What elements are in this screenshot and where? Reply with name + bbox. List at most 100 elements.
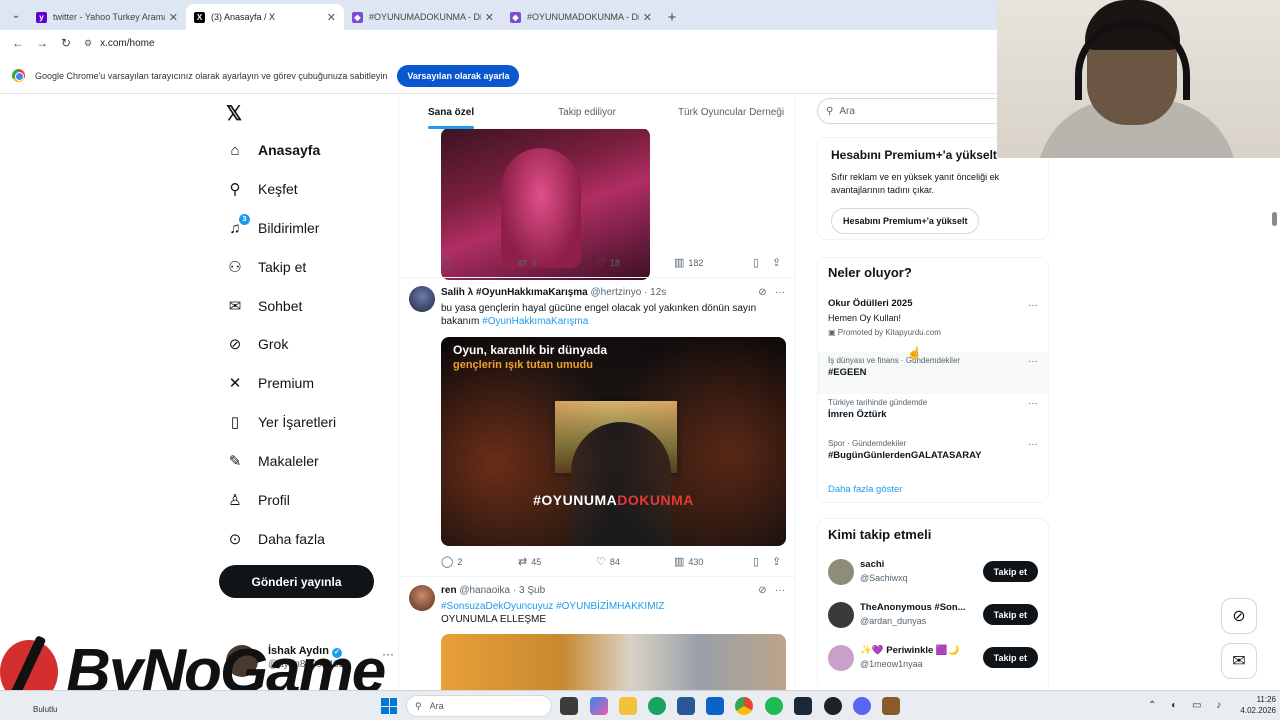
author-handle[interactable]: @hanaoika	[459, 585, 510, 596]
more-options-icon[interactable]: ···	[1028, 398, 1038, 409]
discord-icon[interactable]	[853, 697, 871, 715]
taskview-icon[interactable]	[560, 697, 578, 715]
avatar[interactable]	[409, 286, 435, 312]
clock[interactable]: 11:26 4.02.2026	[1232, 694, 1276, 716]
tab-search-button[interactable]: ⌄	[4, 2, 28, 28]
close-tab-icon[interactable]: ✕	[327, 11, 336, 24]
like-button[interactable]: ♡ 84	[596, 555, 620, 568]
show-more-link[interactable]: Daha fazla göster	[828, 484, 902, 495]
bookmark-button[interactable]: ▯	[753, 555, 763, 568]
bookmark-button[interactable]: ▯	[753, 256, 763, 269]
views-button[interactable]: ▥ 430	[674, 555, 703, 568]
trend-item[interactable]: Spor · Gündemdekiler #BugünGünlerdenGALA…	[818, 439, 1048, 481]
set-default-button[interactable]: Varsayılan olarak ayarla	[397, 64, 520, 87]
avatar[interactable]	[409, 585, 435, 611]
nav-item-chat[interactable]: ✉ Sohbet	[226, 291, 303, 321]
close-tab-icon[interactable]: ✕	[485, 11, 494, 24]
like-button[interactable]: ♡ 18	[596, 256, 620, 269]
tab-following[interactable]: Takip ediliyor	[558, 95, 616, 129]
promoted-trend[interactable]: Okur Ödülleri 2025 Hemen Oy Kullan! ▣ Pr…	[818, 298, 1048, 342]
x-logo-icon[interactable]: 𝕏	[226, 101, 242, 126]
nav-item-home[interactable]: ⌂ Anasayfa	[226, 135, 320, 165]
site-info-icon[interactable]: ⚙	[84, 38, 92, 49]
search-input[interactable]: ⚲ Ara	[817, 98, 997, 124]
post-hashtags[interactable]: #SonsuzaDekOyuncuyuz #OYUNBİZİMHAKKIMIZ	[441, 600, 781, 613]
trend-item[interactable]: Türkiye tarihinde gündemde İmren Öztürk …	[818, 398, 1048, 440]
premium-upgrade-button[interactable]: Hesabını Premium+'a yükselt	[831, 208, 980, 234]
browser-tab-oyunumadokunma-1[interactable]: ◆ #OYUNUMADOKUNMA - Dijital ✕	[344, 4, 502, 30]
follow-suggestion[interactable]: ✨💜 Periwinkle 🟪🌙 @1meow1nyaa Takip et	[818, 645, 1048, 685]
suggestion-name: TheAnonymous #Son...	[860, 602, 966, 613]
author-name[interactable]: Salih λ #OyunHakkımaKarışma	[441, 287, 588, 298]
windows-start-icon[interactable]	[381, 698, 397, 714]
weather-label[interactable]: Bulutlu	[33, 705, 57, 714]
app-icon[interactable]	[882, 697, 900, 715]
spotify-icon[interactable]	[765, 697, 783, 715]
close-tab-icon[interactable]: ✕	[169, 11, 178, 24]
reply-count: 2	[457, 556, 463, 567]
follow-suggestion[interactable]: TheAnonymous #Son... @ardan_dunyas Takip…	[818, 602, 1048, 642]
grok-icon[interactable]: ⊘	[758, 287, 766, 298]
page-scrollbar[interactable]	[1270, 160, 1280, 690]
new-tab-button[interactable]: +	[660, 4, 684, 30]
post-media-image[interactable]: Oyun, karanlık bir dünyada gençlerin ışı…	[441, 337, 786, 546]
more-options-icon[interactable]: ···	[775, 287, 785, 298]
more-options-icon[interactable]: ···	[775, 585, 785, 596]
copilot-icon[interactable]	[590, 697, 608, 715]
outlook-icon[interactable]	[706, 697, 724, 715]
url-input[interactable]: ⚙ x.com/home	[84, 32, 964, 54]
file-explorer-icon[interactable]	[619, 697, 637, 715]
close-tab-icon[interactable]: ✕	[643, 11, 652, 24]
more-options-icon[interactable]: ···	[1028, 300, 1038, 311]
more-options-icon[interactable]: ···	[1028, 356, 1038, 367]
steam-icon[interactable]	[794, 697, 812, 715]
nav-item-notifications[interactable]: ♫ 3 Bildirimler	[226, 213, 319, 243]
browser-tab-oyunumadokunma-2[interactable]: ◆ #OYUNUMADOKUNMA - Dijital ✕	[502, 4, 660, 30]
nav-item-follow[interactable]: ⚇ Takip et	[226, 252, 306, 282]
tab-turk-oyuncular[interactable]: Türk Oyuncular Derneği	[678, 95, 784, 129]
chrome-taskbar-icon[interactable]	[735, 697, 753, 715]
views-button[interactable]: ▥ 182	[674, 256, 703, 269]
back-button[interactable]: ←	[6, 32, 30, 54]
reply-button[interactable]: ◯ 2	[441, 555, 462, 568]
messages-float-button[interactable]: ✉	[1221, 643, 1257, 679]
more-options-icon[interactable]: ···	[1028, 439, 1038, 450]
browser-tab-x-home[interactable]: X (3) Anasayfa / X ✕	[186, 4, 344, 30]
tab-for-you[interactable]: Sana özel	[428, 95, 475, 129]
post-hashtag[interactable]: #OyunHakkımaKarışma	[482, 316, 588, 327]
taskbar-search[interactable]: ⚲ Ara	[406, 695, 552, 717]
nav-item-bookmarks[interactable]: ▯ Yer İşaretleri	[226, 407, 336, 437]
nav-item-profile[interactable]: ♙ Profil	[226, 485, 290, 515]
nav-item-articles[interactable]: ✎ Makaleler	[226, 446, 319, 476]
reload-button[interactable]: ↻	[54, 32, 78, 54]
share-button[interactable]: ⇪	[772, 256, 785, 269]
edge-icon[interactable]	[648, 697, 666, 715]
scrollbar-thumb[interactable]	[1272, 212, 1277, 226]
follow-suggestion[interactable]: sachi @Sachiwxq Takip et	[818, 559, 1048, 599]
follow-button[interactable]: Takip et	[982, 647, 1038, 668]
repost-button[interactable]: ⇄ 9	[518, 256, 536, 269]
nav-item-more[interactable]: ⊙ Daha fazla	[226, 524, 325, 554]
follow-button[interactable]: Takip et	[982, 604, 1038, 625]
grok-float-button[interactable]: ⊘	[1221, 598, 1257, 634]
nav-item-grok[interactable]: ⊘ Grok	[226, 329, 289, 359]
forward-button[interactable]: →	[30, 32, 54, 54]
nav-item-premium[interactable]: ✕ Premium	[226, 368, 314, 398]
author-name[interactable]: ren	[441, 585, 457, 596]
repost-button[interactable]: ⇄ 45	[518, 555, 541, 568]
share-button[interactable]: ⇪	[772, 555, 785, 568]
system-tray[interactable]: ⌃ ◐ ▭ ♪	[1148, 700, 1227, 711]
post-time[interactable]: 12s	[650, 287, 666, 298]
nav-item-explore[interactable]: ⚲ Keşfet	[226, 174, 298, 204]
browser-tab-yahoo[interactable]: y twitter - Yahoo Turkey Arama Sonuçları…	[28, 4, 186, 30]
follow-button[interactable]: Takip et	[982, 561, 1038, 582]
obs-icon[interactable]	[824, 697, 842, 715]
store-icon[interactable]	[677, 697, 695, 715]
trend-item[interactable]: İş dünyası ve finans · Gündemdekiler #EG…	[818, 352, 1048, 394]
post-media-image[interactable]	[441, 634, 786, 690]
author-handle[interactable]: @hertzinyo	[591, 287, 642, 298]
grok-icon[interactable]: ⊘	[758, 585, 766, 596]
post-button[interactable]: Gönderi yayınla	[219, 565, 374, 598]
reply-button[interactable]: ◯	[441, 256, 457, 269]
post-time[interactable]: 3 Şub	[519, 585, 545, 596]
